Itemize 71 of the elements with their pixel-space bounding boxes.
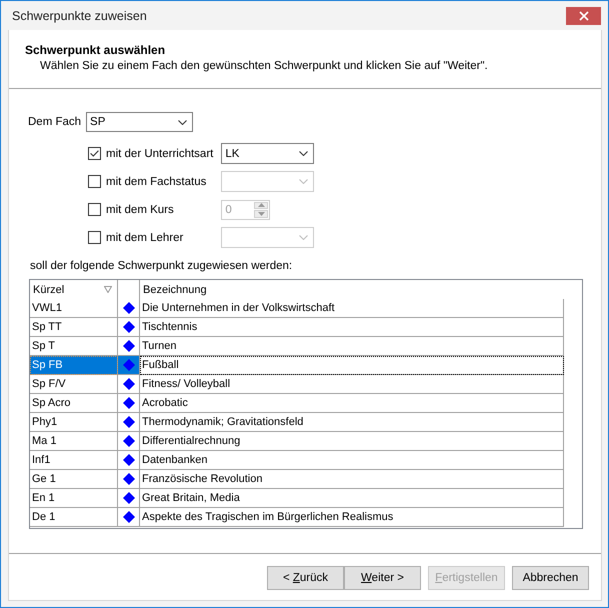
table-cell: Die Unternehmen in der Volkswirtschaft: [140, 299, 564, 318]
close-icon: [578, 11, 588, 21]
window-title: Schwerpunkte zuweisen: [12, 8, 147, 22]
table-cell: Inf1: [30, 451, 118, 470]
chevron-down-icon: [178, 120, 188, 124]
diamond-icon: [122, 492, 134, 504]
table-cell: Fitness/ Volleyball: [140, 375, 564, 394]
down-triangle-icon: [104, 286, 112, 293]
table-row[interactable]: Sp T Turnen: [30, 337, 564, 356]
table-cell: Datenbanken: [140, 451, 564, 470]
table-cell: Sp TT: [30, 318, 118, 337]
chevron-down-icon: [299, 179, 308, 184]
diamond-icon: [122, 321, 134, 333]
table-cell: Acrobatic: [140, 394, 564, 413]
close-button[interactable]: [566, 7, 601, 25]
table-cell: Thermodynamik; Gravitationsfeld: [140, 413, 564, 432]
table-cell: Sp F/V: [30, 375, 118, 394]
checkbox[interactable]: [88, 147, 101, 160]
table-cell: VWL1: [30, 299, 118, 318]
diamond-icon: [122, 397, 134, 409]
list-caption: soll der folgende Schwerpunkt zugewiesen werden:: [29, 259, 294, 273]
table-row[interactable]: VWL1 Die Unternehmen in der Volkswirtschaft: [30, 299, 564, 318]
table-cell: Ma 1: [30, 432, 118, 451]
diamond-icon: [122, 359, 134, 371]
table-row[interactable]: Inf1 Datenbanken: [30, 451, 564, 470]
table-row[interactable]: Sp Acro Acrobatic: [30, 394, 564, 413]
dialog-button[interactable]: Abbrechen: [512, 566, 589, 590]
field-label: Dem Fach: [28, 116, 82, 128]
table-cell: Ge 1: [30, 470, 118, 489]
dropdown[interactable]: SP: [86, 112, 194, 132]
table-cell: De 1: [30, 508, 118, 527]
table-row[interactable]: Sp FB Fußball: [30, 356, 564, 375]
diamond-icon: [122, 435, 134, 447]
column-header[interactable]: Bezeichnung: [140, 280, 564, 299]
table-cell: Sp Acro: [30, 394, 118, 413]
dialog-button[interactable]: < Zurück: [267, 566, 344, 590]
down-triangle-icon: [258, 212, 265, 216]
table-cell: En 1: [30, 489, 118, 508]
dialog-button[interactable]: Weiter >: [344, 566, 421, 590]
diamond-icon: [122, 340, 134, 352]
table-row[interactable]: Ma 1 Differentialrechnung: [30, 432, 564, 451]
diamond-icon: [122, 378, 134, 390]
table-row[interactable]: De 1 Aspekte des Tragischen im Bürgerlichen Realismus: [30, 508, 564, 527]
diamond-icon: [122, 511, 134, 523]
page-heading: Schwerpunkt auswählen: [25, 43, 166, 58]
table-row[interactable]: Sp F/V Fitness/ Volleyball: [30, 375, 564, 394]
table-cell: Turnen: [140, 337, 564, 356]
table-cell: Sp FB: [30, 356, 118, 375]
chevron-down-icon: [299, 151, 308, 156]
diamond-icon: [122, 473, 134, 485]
table-cell: Phy1: [30, 413, 118, 432]
table-cell: Französische Revolution: [140, 470, 564, 489]
table-cell: Aspekte des Tragischen im Bürgerlichen Realismus: [140, 508, 564, 527]
up-triangle-icon: [258, 203, 265, 208]
diamond-icon: [122, 416, 134, 428]
dropdown[interactable]: LK: [221, 143, 314, 164]
check-icon: [90, 150, 99, 157]
column-header[interactable]: Kürzel: [30, 280, 118, 299]
table-row[interactable]: Sp TT Tischtennis: [30, 318, 564, 337]
table-row[interactable]: Phy1 Thermodynamik; Gravitationsfeld: [30, 413, 564, 432]
chevron-down-icon: [299, 235, 308, 240]
diamond-icon: [122, 302, 134, 314]
diamond-icon: [122, 454, 134, 466]
table-cell: Differentialrechnung: [140, 432, 564, 451]
page-description: Wählen Sie zu einem Fach den gewünschten Schwerpunkt und klicken Sie auf "Weiter".: [39, 59, 489, 74]
table-cell: Fußball: [140, 356, 564, 375]
checkbox-label[interactable]: mit der Unterrichtsart: [106, 148, 214, 160]
table-cell: Great Britain, Media: [140, 489, 564, 508]
table-row[interactable]: En 1 Great Britain, Media: [30, 489, 564, 508]
table-row[interactable]: Ge 1 Französische Revolution: [30, 470, 564, 489]
table-cell: Tischtennis: [140, 318, 564, 337]
